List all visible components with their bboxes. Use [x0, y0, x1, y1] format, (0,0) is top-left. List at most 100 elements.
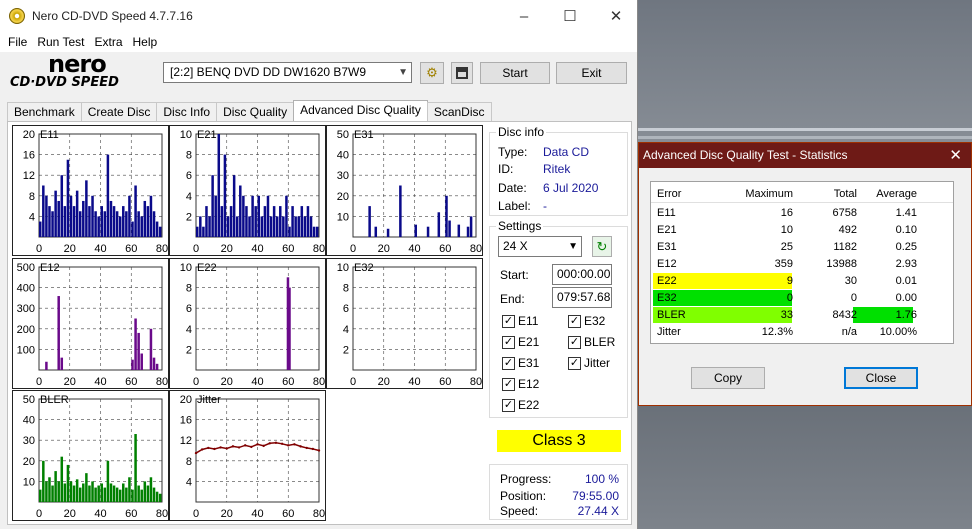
average-cell: 1.41: [895, 207, 917, 219]
x-tick-label: 0: [36, 243, 42, 255]
tab-scandisc[interactable]: ScanDisc: [426, 102, 492, 122]
data-bar: [57, 481, 60, 502]
x-tick-label: 0: [36, 508, 42, 520]
tab-benchmark[interactable]: Benchmark: [7, 102, 82, 122]
data-bar: [112, 485, 116, 502]
checkbox-e21[interactable]: ✓ E21: [502, 335, 539, 349]
minimize-icon[interactable]: –: [501, 0, 547, 32]
chart-jitter: 4 8 12 16 20 0 20 40 60 80 Jitter: [169, 390, 326, 521]
data-point: [256, 443, 259, 446]
data-bar: [51, 485, 54, 502]
data-bar: [282, 216, 285, 237]
drive-info-button[interactable]: ⚙: [420, 62, 444, 84]
data-bar: [414, 224, 417, 237]
menu-help[interactable]: Help: [128, 35, 163, 49]
menu-file[interactable]: File: [3, 35, 32, 49]
data-bar: [248, 216, 251, 237]
close-icon[interactable]: ✕: [593, 0, 639, 32]
start-time-input[interactable]: 000:00.00: [552, 264, 612, 285]
speed-select-value: 24 X: [503, 239, 528, 253]
y-tick-label: 4: [29, 211, 35, 223]
toolbar: nero CD·DVD SPEED [2:2] BENQ DVD DD DW16…: [0, 50, 636, 94]
refresh-speed-button[interactable]: ↻: [592, 236, 612, 257]
drive-select[interactable]: [2:2] BENQ DVD DD DW1620 B7W9 ▼: [163, 62, 412, 83]
data-point: [317, 449, 321, 452]
exit-button[interactable]: Exit: [556, 62, 627, 84]
y-tick-label: 2: [186, 211, 192, 223]
data-bar: [315, 226, 319, 237]
average-cell: 2.93: [895, 258, 917, 270]
data-bar: [146, 485, 150, 502]
start-button[interactable]: Start: [480, 62, 550, 84]
data-bar: [103, 487, 107, 502]
x-tick-label: 80: [156, 508, 168, 520]
disc-info-title: Disc info: [496, 125, 547, 139]
end-label: End:: [500, 292, 525, 306]
average-cell: 0.10: [895, 224, 917, 236]
progress-group: Progress: 100 % Position: 79:55.00 Speed…: [489, 464, 628, 520]
tab-advanced-disc-quality[interactable]: Advanced Disc Quality: [293, 100, 428, 122]
start-label: Start:: [500, 268, 529, 282]
copy-button[interactable]: Copy: [691, 367, 765, 389]
tab-create-disc[interactable]: Create Disc: [80, 102, 158, 122]
total-cell: 13988: [826, 258, 857, 270]
data-bar: [202, 226, 205, 237]
total-cell: 0: [850, 292, 857, 304]
data-bar: [45, 195, 48, 237]
data-bar: [91, 195, 94, 237]
checkbox-e32[interactable]: ✓ E32: [568, 314, 605, 328]
y-tick-label: 400: [17, 283, 35, 295]
tab-disc-info[interactable]: Disc Info: [156, 102, 218, 122]
checkbox-label: E21: [518, 335, 540, 349]
menu-extra[interactable]: Extra: [89, 35, 127, 49]
maximize-icon[interactable]: ☐: [547, 0, 593, 32]
x-tick-label: 40: [408, 376, 420, 388]
data-bar: [57, 296, 60, 370]
close-icon[interactable]: ✕: [949, 143, 962, 168]
checkbox-jitter[interactable]: ✓ Jitter: [568, 356, 610, 370]
data-bar: [128, 195, 131, 237]
save-button[interactable]: [451, 62, 473, 84]
total-cell: 492: [838, 224, 857, 236]
y-tick-label: 300: [17, 303, 35, 315]
chart-title: E22: [197, 262, 217, 274]
checkmark-icon: ✓: [502, 314, 515, 328]
checkbox-e22[interactable]: ✓ E22: [502, 398, 539, 412]
data-point: [293, 443, 296, 446]
error-cell: E11: [657, 207, 676, 219]
data-point: [213, 447, 216, 451]
x-tick-label: 20: [64, 376, 76, 388]
data-bar: [131, 489, 134, 502]
checkbox-e12[interactable]: ✓ E12: [502, 377, 539, 391]
x-tick-label: 40: [94, 243, 106, 255]
checkbox-e31[interactable]: ✓ E31: [502, 356, 539, 370]
x-tick-label: 0: [193, 508, 199, 520]
maximum-cell: 0: [786, 292, 793, 304]
y-tick-label: 6: [186, 303, 192, 315]
chart-title: E11: [40, 129, 59, 141]
window-title: Nero CD-DVD Speed 4.7.7.16: [32, 9, 193, 23]
data-bar: [158, 493, 162, 502]
data-bar: [297, 216, 300, 237]
x-tick-label: 80: [313, 243, 325, 255]
end-time-input[interactable]: 079:57.68: [552, 287, 612, 308]
data-bar: [122, 206, 125, 237]
data-bar: [426, 226, 430, 237]
x-tick-label: 80: [313, 508, 325, 520]
y-tick-label: 10: [337, 211, 349, 223]
checkbox-e11[interactable]: ✓ E11: [502, 314, 538, 328]
y-tick-label: 500: [17, 262, 35, 274]
data-bar: [106, 154, 110, 237]
y-tick-label: 50: [23, 394, 35, 406]
close-button[interactable]: Close: [844, 367, 918, 389]
x-tick-label: 40: [251, 243, 263, 255]
date-value: 6 Jul 2020: [543, 181, 599, 195]
menu-run-test[interactable]: Run Test: [32, 35, 89, 49]
speed-select[interactable]: 24 X ▼: [498, 236, 582, 257]
chart-title: E32: [354, 262, 374, 274]
tab-disc-quality[interactable]: Disc Quality: [216, 102, 295, 122]
logo-product: CD·DVD SPEED: [10, 75, 119, 90]
data-point: [231, 445, 235, 448]
checkbox-bler[interactable]: ✓ BLER: [568, 335, 615, 349]
drive-icon: ⚙: [426, 65, 438, 80]
